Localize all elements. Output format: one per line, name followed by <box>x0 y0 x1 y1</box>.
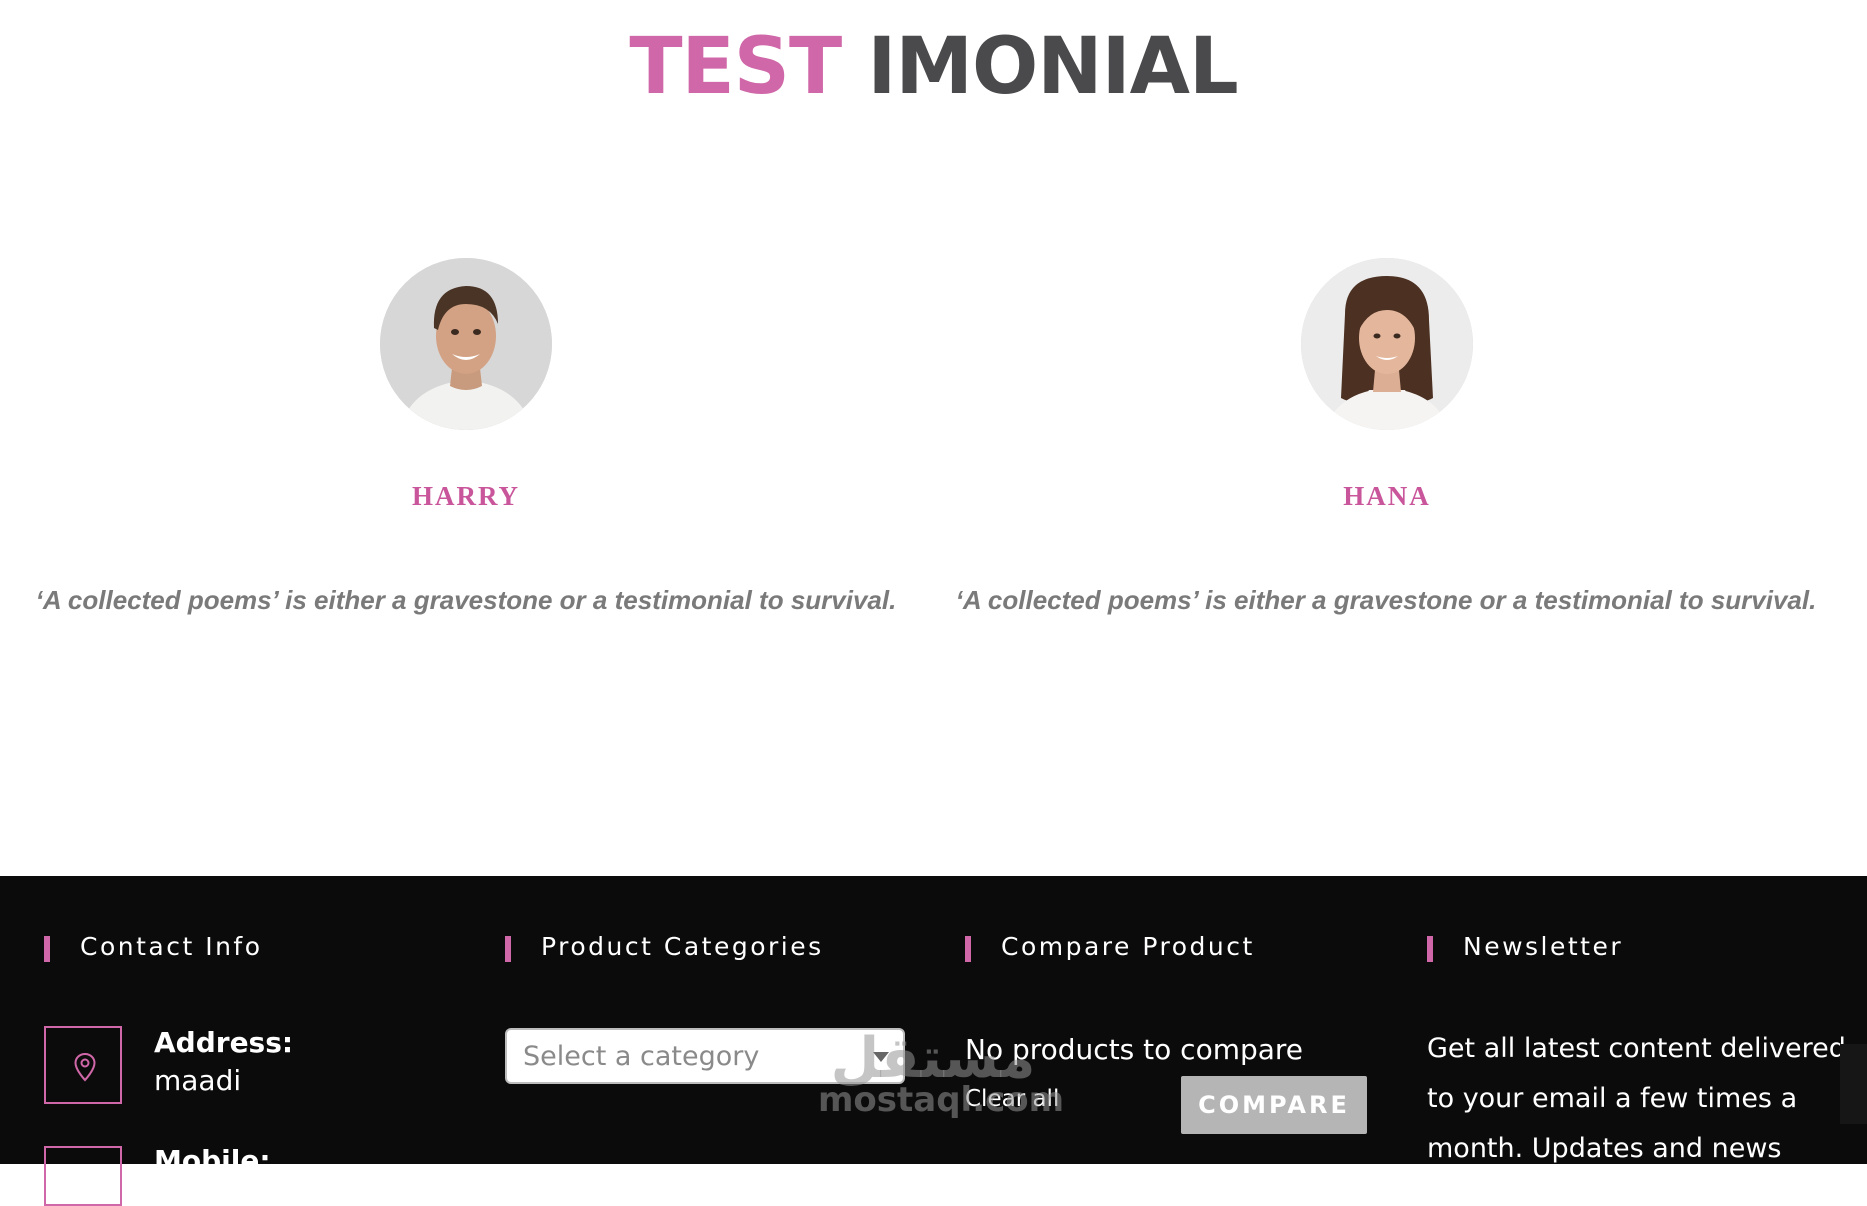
footer: Contact Info Product Categories Compare … <box>0 876 1867 1206</box>
footer-heading-label: Compare Product <box>1001 932 1255 961</box>
category-select-placeholder: Select a category <box>523 1041 760 1072</box>
footer-heading-label: Product Categories <box>541 932 824 961</box>
address-value: maadi <box>154 1064 242 1097</box>
newsletter-text: Get all latest content delivered to your… <box>1427 1033 1846 1164</box>
clear-all-link[interactable]: Clear all <box>965 1086 1059 1112</box>
avatar-hana <box>1301 258 1473 430</box>
avatar-harry <box>380 258 552 430</box>
address-label: Address: <box>154 1026 294 1059</box>
category-select[interactable]: Select a category <box>505 1028 905 1084</box>
compare-button[interactable]: COMPARE <box>1181 1076 1367 1134</box>
mobile-label: Mobile: <box>154 1144 271 1177</box>
side-tab[interactable] <box>1840 1044 1867 1124</box>
section-title-rest: IMONIAL <box>867 22 1238 112</box>
footer-heading-newsletter: Newsletter <box>1427 932 1624 962</box>
testimonial-quote: ‘A collected poems’ is either a gravesto… <box>35 585 897 615</box>
footer-heading-label: Contact Info <box>80 932 263 961</box>
footer-heading-contact: Contact Info <box>44 932 263 962</box>
heading-accent-bar <box>965 936 971 962</box>
testimonial-name: HANA <box>1343 481 1431 511</box>
heading-accent-bar <box>44 936 50 962</box>
section-title-accent: TEST <box>629 22 842 112</box>
compare-empty-text: No products to compare <box>965 1033 1304 1066</box>
testimonial-quote: ‘A collected poems’ is either a gravesto… <box>955 585 1817 615</box>
section-title: TEST IMONIAL <box>0 22 1867 112</box>
heading-accent-bar <box>505 936 511 962</box>
footer-heading-categories: Product Categories <box>505 932 824 962</box>
map-pin-icon <box>74 1052 96 1082</box>
testimonial-name: HARRY <box>411 481 521 511</box>
address-icon-box <box>44 1026 122 1104</box>
footer-heading-compare: Compare Product <box>965 932 1255 962</box>
mobile-icon-box <box>44 1146 122 1206</box>
chevron-down-icon <box>873 1052 889 1062</box>
footer-heading-label: Newsletter <box>1463 932 1624 961</box>
heading-accent-bar <box>1427 936 1433 962</box>
